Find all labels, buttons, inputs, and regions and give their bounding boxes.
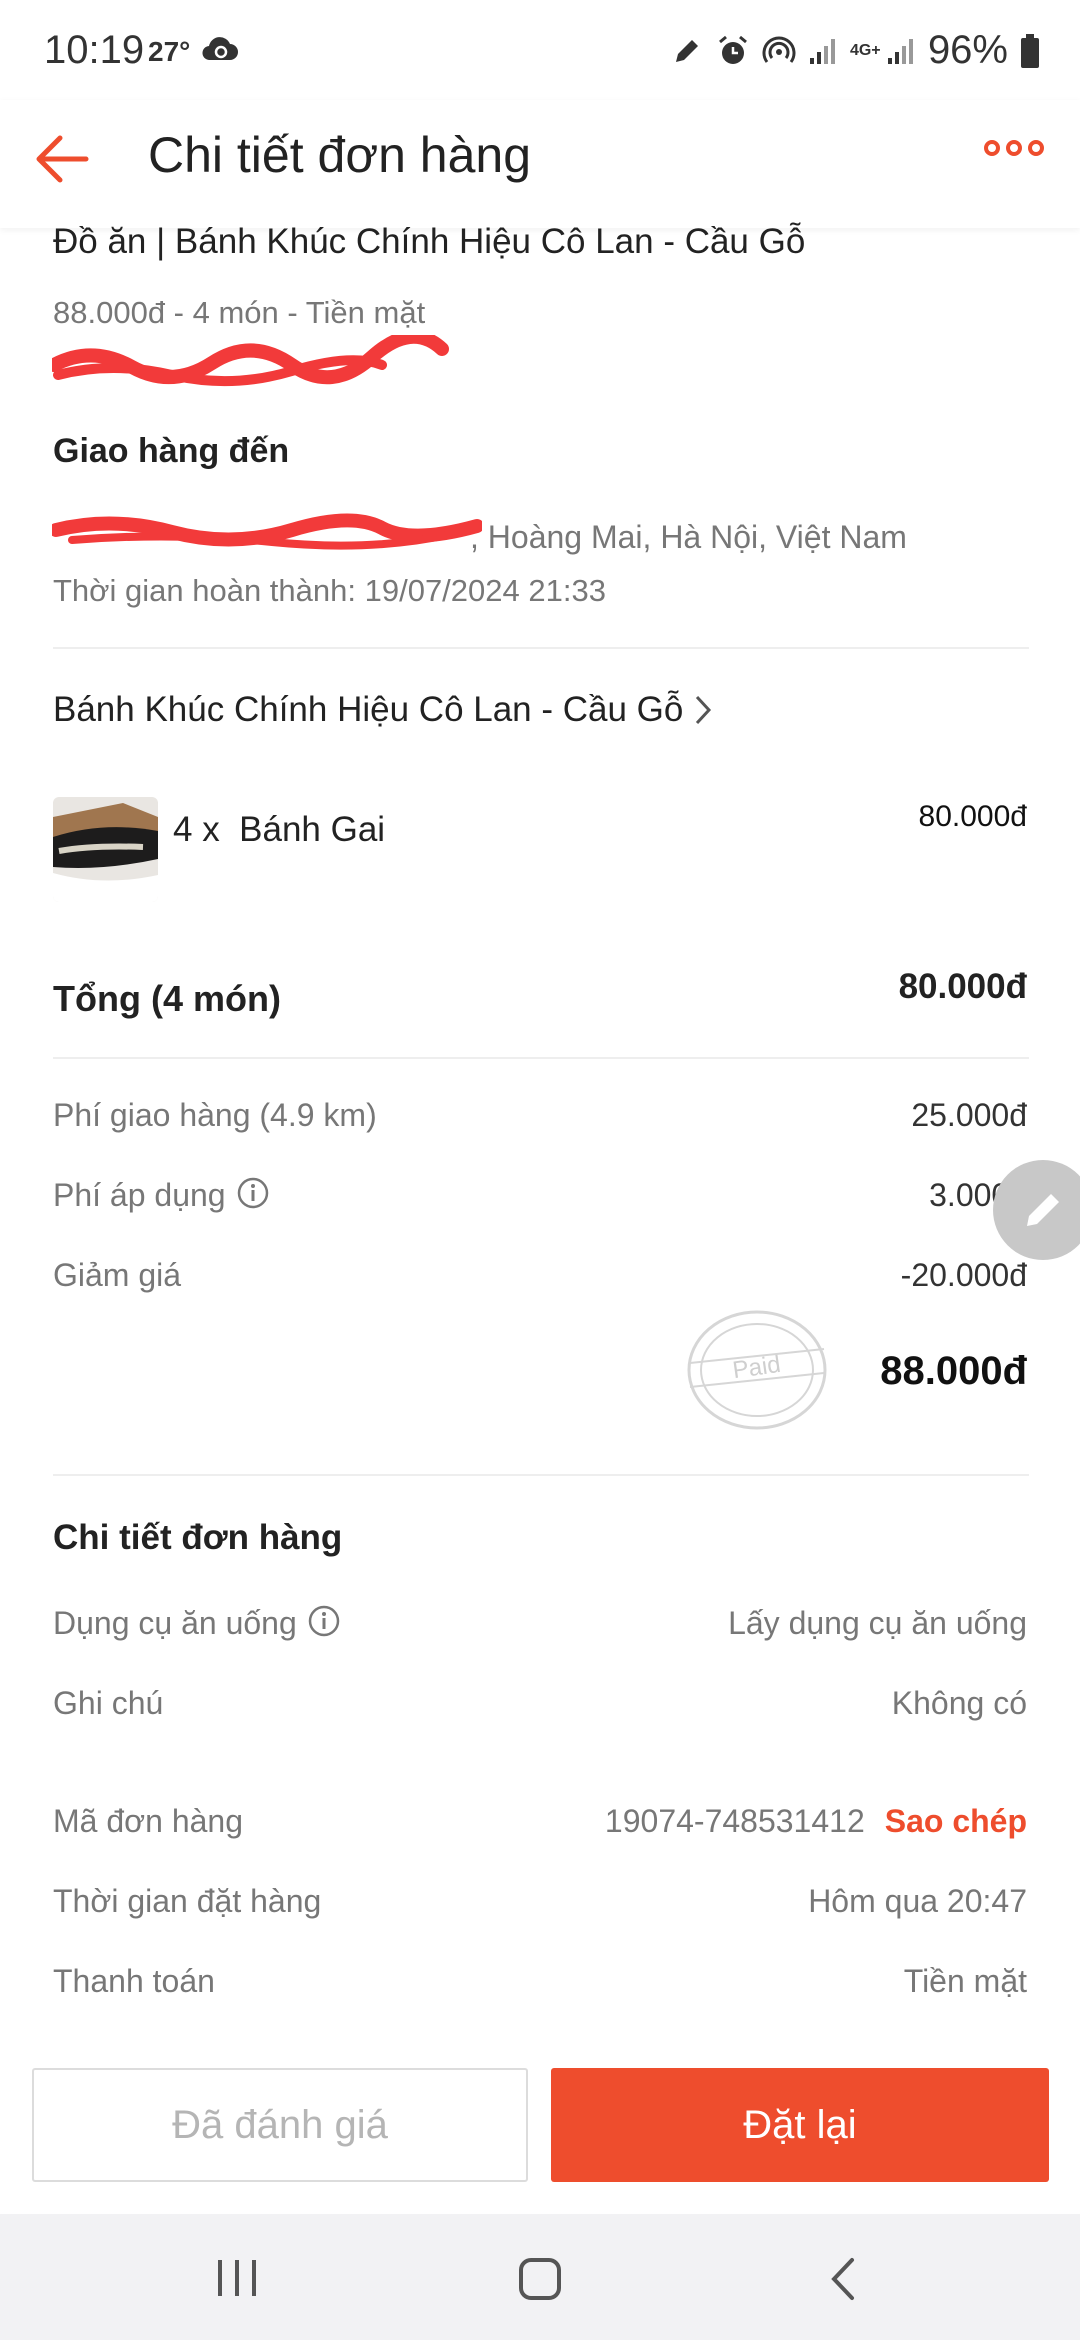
item-name: Bánh Gai [239, 810, 386, 849]
grand-total: 88.000đ [880, 1349, 1027, 1393]
utensils-value: Lấy dụng cụ ăn uống [728, 1605, 1027, 1641]
discount-label: Giảm giá [53, 1257, 182, 1293]
info-icon[interactable] [307, 1604, 341, 1643]
note-label: Ghi chú [53, 1685, 164, 1721]
page-title: Chi tiết đơn hàng [148, 127, 532, 183]
subtotal-label: Tổng (4 món) [53, 978, 281, 1019]
status-bar: 10:19 27° 4G+ 96% [0, 0, 1080, 100]
battery-icon [1020, 33, 1040, 68]
network-type: 4G+ [849, 41, 881, 59]
edit-fab[interactable] [993, 1160, 1080, 1260]
item-quantity: 4 x [173, 810, 220, 849]
signal-icon-2 [886, 36, 916, 66]
alarm-icon [716, 34, 750, 68]
back-button[interactable] [30, 126, 96, 192]
rated-button[interactable]: Đã đánh giá [32, 2068, 528, 2182]
system-nav-bar [0, 2214, 1080, 2340]
divider [53, 647, 1029, 649]
item-row: 4 x Bánh Gai [173, 810, 385, 850]
order-time-label: Thời gian đặt hàng [53, 1883, 322, 1919]
reorder-button[interactable]: Đặt lại [551, 2068, 1049, 2182]
arrow-left-icon [36, 135, 89, 183]
signal-icon [808, 36, 838, 66]
service-fee-row: Phí áp dụng [53, 1176, 270, 1215]
payment-label: Thanh toán [53, 1963, 215, 1999]
order-time-value: Hôm qua 20:47 [808, 1883, 1027, 1919]
status-icons: 4G+ 96% [670, 28, 1040, 73]
store-name: Bánh Khúc Chính Hiệu Cô Lan - Cầu Gỗ [53, 690, 684, 729]
svg-text:Paid: Paid [731, 1351, 782, 1384]
divider [53, 1057, 1029, 1059]
details-heading: Chi tiết đơn hàng [53, 1518, 343, 1557]
discount-value: -20.000đ [900, 1257, 1027, 1293]
item-price: 80.000đ [918, 800, 1027, 833]
service-fee-label: Phí áp dụng [53, 1177, 226, 1213]
more-dots-icon [984, 140, 1000, 156]
utensils-label: Dụng cụ ăn uống [53, 1605, 297, 1641]
paid-stamp: Paid [682, 1305, 832, 1440]
status-temperature: 27° [148, 36, 191, 67]
order-id-row: 19074-748531412 Sao chép [605, 1803, 1027, 1840]
chevron-right-icon [696, 695, 712, 725]
copy-button[interactable]: Sao chép [885, 1803, 1027, 1840]
delivery-address: , Hoàng Mai, Hà Nội, Việt Nam [470, 519, 907, 555]
pencil-icon [1027, 1194, 1059, 1226]
redacted-scribble [47, 329, 452, 400]
recent-apps-icon[interactable] [214, 2258, 260, 2303]
shipping-fee-label: Phí giao hàng (4.9 km) [53, 1097, 377, 1133]
order-title: Đồ ăn | Bánh Khúc Chính Hiệu Cô Lan - Cầ… [53, 222, 806, 261]
order-id-label: Mã đơn hàng [53, 1803, 243, 1839]
redacted-address-scribble [49, 508, 484, 559]
status-time: 10:19 [44, 28, 145, 72]
divider [53, 1474, 1029, 1476]
info-icon[interactable] [236, 1176, 270, 1215]
pen-icon [670, 34, 704, 68]
shipping-fee-value: 25.000đ [911, 1097, 1027, 1133]
home-icon[interactable] [517, 2256, 563, 2307]
store-link[interactable]: Bánh Khúc Chính Hiệu Cô Lan - Cầu Gỗ [53, 690, 713, 730]
order-id-value: 19074-748531412 [604, 1803, 865, 1839]
delivery-heading: Giao hàng đến [53, 432, 290, 470]
cloud-sync-icon [200, 34, 240, 69]
hotspot-icon [762, 34, 796, 68]
utensils-row: Dụng cụ ăn uống [53, 1604, 341, 1643]
back-nav-icon[interactable] [826, 2256, 860, 2307]
order-meta: 88.000đ - 4 món - Tiền mặt [53, 295, 426, 330]
app-bar: Chi tiết đơn hàng [0, 100, 1080, 228]
item-thumbnail [53, 797, 158, 902]
payment-value: Tiền mặt [903, 1963, 1027, 1999]
more-options-button[interactable] [984, 140, 1044, 156]
subtotal-value: 80.000đ [898, 967, 1027, 1006]
battery-level: 96% [927, 28, 1008, 72]
note-value: Không có [891, 1685, 1027, 1721]
completed-time: Thời gian hoàn thành: 19/07/2024 21:33 [53, 573, 606, 608]
